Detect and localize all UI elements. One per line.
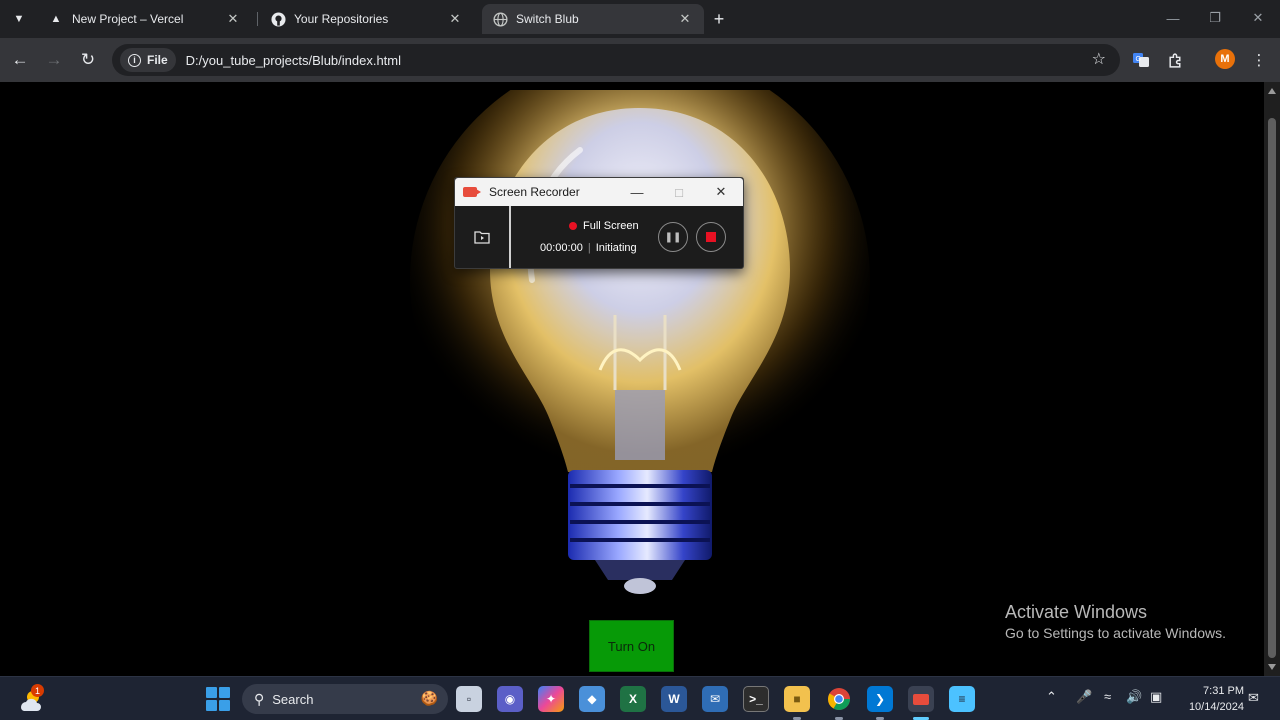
window-close-icon[interactable]: ✕ xyxy=(1243,6,1273,30)
tab-close-icon[interactable]: ✕ xyxy=(446,10,464,28)
tab-search-chevron-down-icon[interactable]: ▼ xyxy=(6,6,32,32)
new-tab-plus-icon[interactable]: + xyxy=(708,8,730,30)
recorder-maximize-icon[interactable]: □ xyxy=(665,181,693,203)
restore-icon[interactable]: ❐ xyxy=(1200,6,1230,30)
vscode-icon[interactable]: ❯ xyxy=(867,686,893,712)
copilot-icon[interactable]: ✦ xyxy=(538,686,564,712)
tab-close-icon[interactable]: ✕ xyxy=(224,10,242,28)
outlook-icon[interactable]: ✉ xyxy=(702,686,728,712)
recording-status: 00:00:00 | Initiating xyxy=(540,242,637,254)
scroll-up-icon[interactable] xyxy=(1268,88,1276,94)
teams-icon[interactable]: ◉ xyxy=(497,686,523,712)
github-icon xyxy=(270,11,286,27)
translate-icon[interactable]: G xyxy=(1129,48,1153,72)
terminal-icon[interactable]: >_ xyxy=(743,686,769,712)
stop-button[interactable] xyxy=(696,222,726,252)
browser-tab-strip: ▼ ▲ New Project – Vercel ✕ Your Reposito… xyxy=(0,0,1280,38)
site-info-label: File xyxy=(147,53,168,67)
start-windows-icon[interactable] xyxy=(206,687,230,711)
light-bulb-image xyxy=(410,90,870,594)
search-icon: ⚲ xyxy=(254,690,265,707)
tab-vercel[interactable]: ▲ New Project – Vercel ✕ xyxy=(38,4,252,34)
notepad-icon[interactable]: ≡ xyxy=(949,686,975,712)
bookmark-star-icon[interactable]: ☆ xyxy=(1092,49,1106,69)
recorder-title: Screen Recorder xyxy=(489,185,580,199)
more-menu-icon[interactable]: ⋮ xyxy=(1247,48,1271,72)
screen-recorder-taskbar-icon[interactable] xyxy=(908,686,934,712)
back-arrow-icon[interactable]: ← xyxy=(6,46,34,74)
system-clock[interactable]: 7:31 PM 10/14/2024 xyxy=(1176,683,1244,715)
windows-taskbar: 1 ⚲ Search 🍪 ▫ ◉ ✦ ◆ X W ✉ >_ ■ ❯ ≡ ⌃ 🎤 … xyxy=(0,676,1280,720)
elapsed-time: 00:00:00 xyxy=(540,242,583,254)
chrome-icon[interactable] xyxy=(826,686,852,712)
turn-on-button[interactable]: Turn On xyxy=(589,620,674,672)
status-divider: | xyxy=(587,242,591,254)
recording-dot-icon xyxy=(569,222,577,230)
recording-status-label: Initiating xyxy=(595,242,637,254)
recording-mode: Full Screen xyxy=(569,220,639,232)
url-text[interactable]: D:/you_tube_projects/Blub/index.html xyxy=(186,53,401,68)
address-bar[interactable]: i File D:/you_tube_projects/Blub/index.h… xyxy=(112,44,1120,76)
file-explorer-icon[interactable]: ■ xyxy=(784,686,810,712)
battery-icon[interactable]: ▣ xyxy=(1150,689,1162,705)
vercel-icon: ▲ xyxy=(50,13,62,25)
extensions-puzzle-icon[interactable] xyxy=(1163,48,1187,72)
watermark-title: Activate Windows xyxy=(1005,602,1148,622)
tab-title: New Project – Vercel xyxy=(72,12,184,26)
notifications-bell-icon[interactable]: ✉ xyxy=(1248,690,1259,706)
tab-switch-blub[interactable]: Switch Blub ✕ xyxy=(482,4,704,34)
taskbar-search[interactable]: ⚲ Search 🍪 xyxy=(242,684,448,714)
svg-text:G: G xyxy=(1136,56,1141,63)
info-icon: i xyxy=(128,53,141,67)
open-folder-icon[interactable] xyxy=(455,206,511,268)
recorder-close-icon[interactable]: ✕ xyxy=(707,181,735,203)
recorder-body: Full Screen 00:00:00 | Initiating ❚❚ xyxy=(455,206,743,268)
microphone-icon[interactable]: 🎤 xyxy=(1076,689,1092,705)
recording-mode-label: Full Screen xyxy=(583,220,639,232)
tab-github[interactable]: Your Repositories ✕ xyxy=(260,4,474,34)
pause-icon: ❚❚ xyxy=(664,231,682,243)
task-view-icon[interactable]: ▫ xyxy=(456,686,482,712)
browser-toolbar: ← → ↻ i File D:/you_tube_projects/Blub/i… xyxy=(0,38,1280,82)
tab-close-icon[interactable]: ✕ xyxy=(676,10,694,28)
store-icon[interactable]: ◆ xyxy=(579,686,605,712)
desktop: ▼ ▲ New Project – Vercel ✕ Your Reposito… xyxy=(0,0,1280,720)
minimize-icon[interactable]: — xyxy=(1158,6,1188,30)
video-camera-icon xyxy=(463,187,481,197)
site-info-chip[interactable]: i File xyxy=(120,48,176,72)
page-scrollbar[interactable] xyxy=(1264,82,1280,676)
wifi-icon[interactable]: ≈ xyxy=(1104,689,1111,704)
activate-windows-watermark: Activate Windows Go to Settings to activ… xyxy=(1005,602,1226,641)
clock-time: 7:31 PM xyxy=(1203,685,1244,697)
tab-title: Switch Blub xyxy=(516,12,579,26)
excel-icon[interactable]: X xyxy=(620,686,646,712)
recorder-minimize-icon[interactable]: — xyxy=(623,181,651,203)
pause-button[interactable]: ❚❚ xyxy=(658,222,688,252)
scroll-down-icon[interactable] xyxy=(1268,664,1276,670)
recorder-title-bar[interactable]: Screen Recorder — □ ✕ xyxy=(455,178,743,206)
reload-icon[interactable]: ↻ xyxy=(74,46,102,74)
screen-recorder-window: Screen Recorder — □ ✕ Full Screen 00:00:… xyxy=(454,177,744,269)
search-highlight-icon: 🍪 xyxy=(420,690,438,706)
forward-arrow-icon[interactable]: → xyxy=(40,46,68,74)
notification-badge: 1 xyxy=(31,684,44,697)
search-label: Search xyxy=(272,691,314,707)
tab-divider xyxy=(257,12,258,26)
stop-icon xyxy=(706,232,716,242)
tab-title: Your Repositories xyxy=(294,12,389,26)
chevron-up-icon[interactable]: ⌃ xyxy=(1046,689,1057,705)
volume-icon[interactable]: 🔊 xyxy=(1126,689,1142,705)
profile-avatar[interactable]: M xyxy=(1215,49,1235,69)
globe-icon xyxy=(492,11,508,27)
clock-date: 10/14/2024 xyxy=(1188,701,1244,713)
word-icon[interactable]: W xyxy=(661,686,687,712)
page-viewport: Turn On Activate Windows Go to Settings … xyxy=(0,82,1264,676)
scroll-thumb[interactable] xyxy=(1268,118,1276,658)
watermark-subtitle: Go to Settings to activate Windows. xyxy=(1005,625,1226,641)
